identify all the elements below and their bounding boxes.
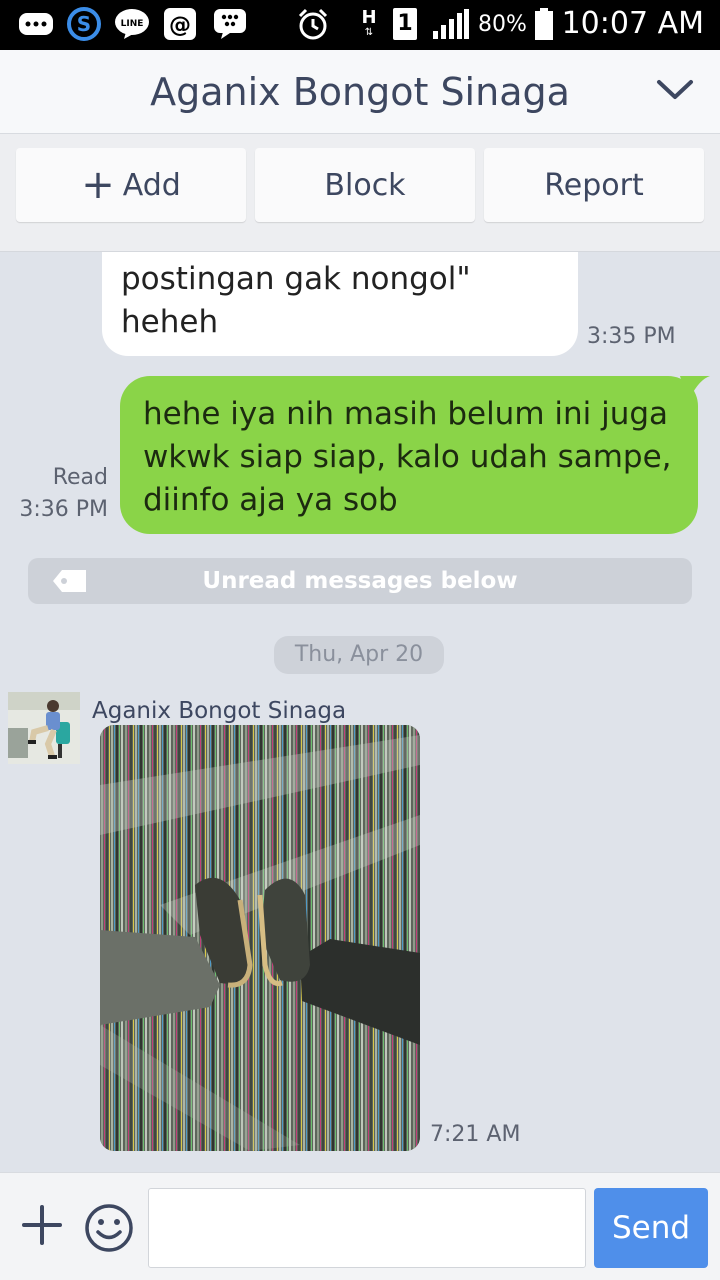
report-button[interactable]: Report [484, 148, 704, 222]
email-at-icon: @ [162, 7, 198, 41]
incoming-message-bubble[interactable]: postingan gak nongol" heheh [102, 252, 578, 356]
avatar[interactable] [8, 692, 80, 764]
plus-icon[interactable] [20, 1203, 64, 1251]
chat-title[interactable]: Aganix Bongot Sinaga [0, 68, 720, 116]
message-time: 3:36 PM [19, 497, 108, 522]
svg-text:S: S [77, 12, 91, 36]
action-bar: + Add Block Report [0, 134, 720, 252]
status-bar: S LINE @ H ⇅ 1 80% 10:07 AM [0, 0, 720, 50]
battery-percent: 80% [478, 12, 527, 37]
report-button-label: Report [544, 167, 644, 203]
message-text: postingan gak nongol" heheh [121, 261, 471, 340]
svg-text:LINE: LINE [121, 19, 144, 29]
input-bar: Send [0, 1172, 720, 1280]
alarm-icon [296, 7, 330, 41]
chevron-down-icon[interactable] [656, 78, 694, 106]
unread-banner: Unread messages below [28, 558, 692, 604]
block-button[interactable]: Block [255, 148, 475, 222]
svg-text:@: @ [169, 13, 191, 38]
read-label: Read [52, 465, 108, 490]
bbm-icon [212, 7, 248, 41]
send-button-label: Send [611, 1210, 691, 1246]
block-button-label: Block [324, 167, 406, 203]
more-icon [18, 7, 54, 41]
line-icon: LINE [114, 7, 150, 41]
read-receipt: Read 3:36 PM [19, 462, 108, 526]
status-time: 10:07 AM [561, 6, 704, 41]
sender-name: Aganix Bongot Sinaga [92, 698, 347, 724]
photo-message[interactable] [100, 725, 420, 1151]
sim-1-icon: 1 [392, 7, 418, 41]
send-button[interactable]: Send [594, 1188, 708, 1268]
unread-banner-text: Unread messages below [202, 568, 518, 594]
chat-header: Aganix Bongot Sinaga [0, 50, 720, 134]
bubble-tail [680, 376, 710, 402]
add-button-label: Add [122, 167, 181, 203]
emoji-icon[interactable] [84, 1203, 134, 1257]
message-time: 3:35 PM [587, 324, 676, 349]
battery-icon [534, 7, 554, 41]
message-text: hehe iya nih masih belum ini juga wkwk s… [143, 396, 672, 518]
outgoing-message-bubble[interactable]: hehe iya nih masih belum ini juga wkwk s… [120, 376, 698, 534]
date-separator: Thu, Apr 20 [274, 636, 444, 674]
network-h-icon: H ⇅ [361, 7, 377, 39]
message-time: 7:21 AM [430, 1122, 521, 1147]
add-button[interactable]: + Add [16, 148, 246, 222]
plus-icon: + [81, 162, 115, 208]
chat-area[interactable]: postingan gak nongol" heheh 3:35 PM hehe… [0, 252, 720, 1172]
skype-icon: S [66, 7, 102, 41]
signal-icon [430, 7, 470, 41]
message-input[interactable] [148, 1188, 586, 1268]
